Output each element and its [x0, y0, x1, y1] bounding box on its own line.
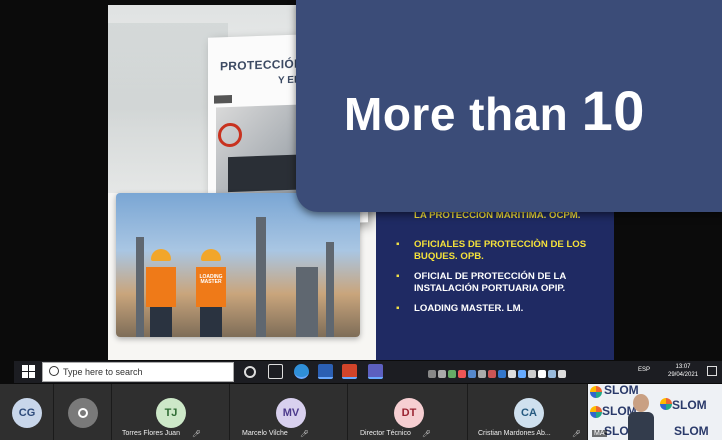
list-item: OFICIALES DE PROTECCIÒN DE LOS BUQUES. O…	[394, 239, 614, 263]
language-indicator[interactable]: ESP	[638, 367, 650, 373]
slide-bullet-list: OFICIALES DE PROTECCIÒN DE LOS BUQUES. O…	[394, 239, 614, 323]
windows-start-button[interactable]	[22, 365, 36, 379]
slide-text-panel: LA PROTECCION MARITIMA. OCPM. OFICIALES …	[376, 201, 614, 360]
tray-icon[interactable]	[538, 370, 546, 378]
slom-logo-icon	[590, 406, 602, 418]
refinery-photo: LOADING MASTER	[116, 193, 360, 337]
volume-icon[interactable]	[558, 370, 566, 378]
tray-icon[interactable]	[488, 370, 496, 378]
vest-label: LOADING MASTER	[199, 274, 223, 285]
list-item: OFICIAL DE PROTECCIÓN DE LA INSTALACIÓN …	[394, 271, 614, 295]
tray-icon[interactable]	[508, 370, 516, 378]
ship-icon	[228, 154, 298, 193]
video-tile-name: MA	[592, 430, 607, 437]
refinery-tower	[326, 242, 334, 337]
edge-icon[interactable]	[294, 364, 309, 379]
search-placeholder: Type here to search	[63, 367, 143, 377]
mic-muted-icon: 🎤︎	[300, 431, 309, 438]
caption-emphasis: 10	[581, 79, 645, 142]
powerpoint-icon[interactable]	[342, 364, 357, 379]
teams-icon[interactable]	[368, 364, 383, 379]
tray-icon[interactable]	[458, 370, 466, 378]
tray-icon[interactable]	[438, 370, 446, 378]
refinery-tank	[296, 267, 318, 337]
participant-name: Cristian Mardones Ab...	[478, 430, 551, 437]
circle-icon[interactable]	[244, 366, 256, 378]
mic-muted-icon: 🎤︎	[422, 431, 431, 438]
participant-avatar: CA	[514, 398, 544, 428]
clock[interactable]: 13:07 29/04/2021	[668, 363, 698, 379]
video-tile[interactable]: SLOM SLOM SLOM SLOM SLOM MA	[588, 384, 722, 440]
participant-initials: CA	[521, 407, 537, 419]
system-tray	[428, 365, 648, 379]
participant-avatar: TJ	[156, 398, 186, 428]
tray-icon[interactable]	[428, 370, 436, 378]
caption-main: More than	[344, 88, 582, 140]
participant-name: Director Técnico	[360, 430, 411, 437]
slom-logo-icon	[660, 398, 672, 410]
clock-time: 13:07	[675, 364, 691, 370]
participant-avatar: DT	[394, 398, 424, 428]
taskbar-search-box[interactable]: Type here to search	[42, 362, 234, 382]
list-item: LOADING MASTER. LM.	[394, 303, 614, 315]
slom-logo: SLOM	[672, 398, 707, 412]
participant-avatar: CG	[12, 398, 42, 428]
participant-avatar: MV	[276, 398, 306, 428]
slom-logo-icon	[590, 386, 602, 398]
participant-tile[interactable]: TJ Torres Flores Juan 🎤︎	[112, 384, 230, 440]
speaker-video	[628, 394, 654, 440]
tray-icon[interactable]	[528, 370, 536, 378]
windows-taskbar: Type here to search ESP 13:07 29/04/2021	[14, 361, 722, 383]
clock-date: 29/04/2021	[668, 372, 699, 378]
search-icon	[49, 366, 59, 376]
wifi-icon[interactable]	[548, 370, 556, 378]
participant-name: Marcelo Vilche	[242, 430, 288, 437]
slom-logo: SLOM	[674, 424, 709, 438]
participant-tile[interactable]	[54, 384, 112, 440]
person-placeholder-icon	[68, 398, 98, 428]
caption-overlay: More than 10	[296, 0, 722, 212]
tray-icon[interactable]	[478, 370, 486, 378]
participant-name: Torres Flores Juan	[122, 430, 180, 437]
tray-icon[interactable]	[468, 370, 476, 378]
worker-figure-loading-master: LOADING MASTER	[196, 249, 226, 337]
refinery-tower	[136, 237, 144, 337]
tray-icon[interactable]	[498, 370, 506, 378]
participant-tile[interactable]: DT Director Técnico 🎤︎	[348, 384, 468, 440]
task-view-icon[interactable]	[268, 364, 283, 379]
participant-initials: CG	[18, 407, 36, 419]
participant-initials: DT	[401, 407, 417, 419]
participant-initials: MV	[282, 407, 300, 419]
mic-muted-icon: 🎤︎	[572, 431, 581, 438]
worker-figure	[146, 249, 176, 337]
tray-icon[interactable]	[518, 370, 526, 378]
participant-tile[interactable]: MV Marcelo Vilche 🎤︎	[230, 384, 348, 440]
participant-tile[interactable]: CA Cristian Mardones Ab... 🎤︎	[468, 384, 588, 440]
refinery-tower	[256, 217, 266, 337]
tray-icon[interactable]	[448, 370, 456, 378]
participant-tile[interactable]: CG	[0, 384, 54, 440]
mic-muted-icon: 🎤︎	[192, 431, 201, 438]
notification-icon[interactable]	[707, 366, 717, 376]
word-icon[interactable]	[318, 364, 333, 379]
camera-icon	[214, 94, 232, 104]
screen: PROTECCIÓN Y EL CÓ LOADING MASTER LA PRO…	[0, 0, 722, 440]
caption-text: More than 10	[344, 78, 645, 143]
participant-initials: TJ	[164, 407, 178, 419]
